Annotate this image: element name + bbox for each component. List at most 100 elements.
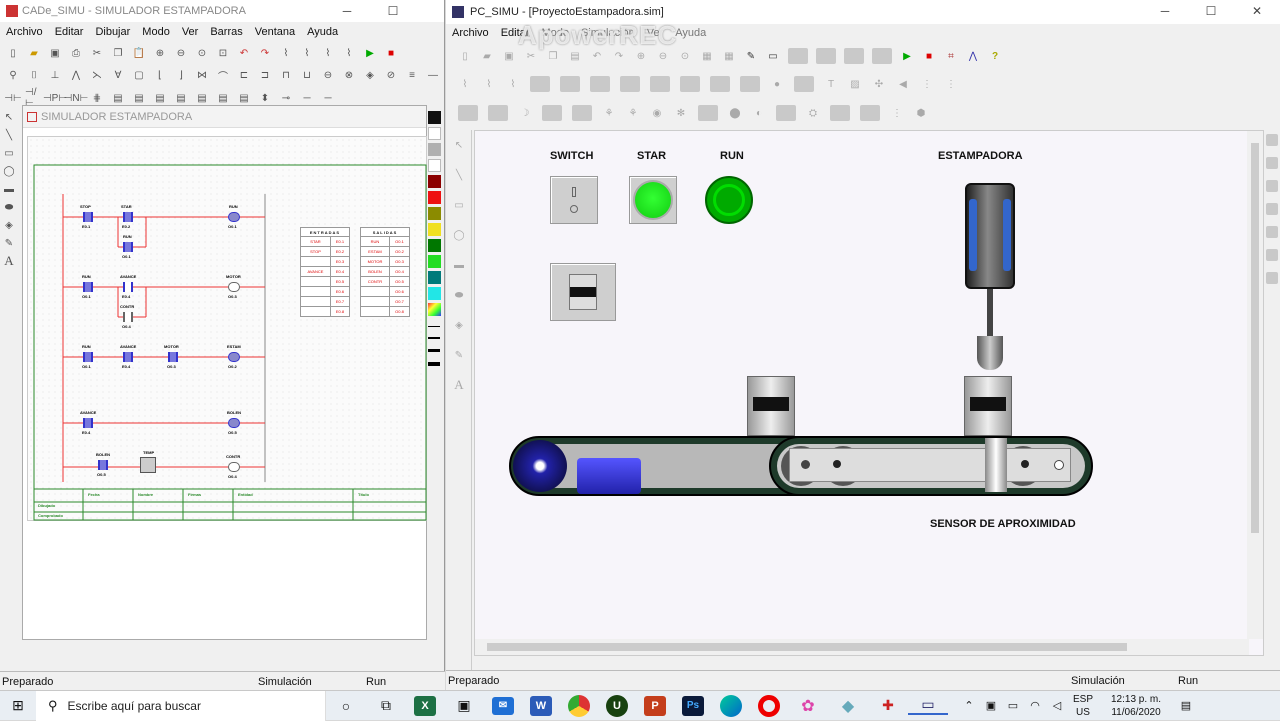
wifi-icon[interactable]: ◠ (1024, 699, 1046, 712)
symbol-3-icon[interactable]: ⊥ (46, 66, 64, 84)
r2-coil-motor[interactable] (228, 282, 240, 292)
symbol-17-icon[interactable]: ⊗ (340, 66, 358, 84)
pcsimu-menu-archivo[interactable]: Archivo (446, 27, 495, 39)
menu-dibujar[interactable]: Dibujar (89, 26, 136, 38)
pc-simu-task-icon[interactable]: ▭ (908, 696, 948, 715)
switch-toggle[interactable] (550, 176, 598, 224)
run-sim-icon[interactable]: ▶ (361, 44, 379, 62)
pc-text-icon[interactable]: T (822, 75, 840, 93)
line-width-1-icon[interactable] (428, 326, 440, 327)
r2-contact-avance[interactable] (123, 282, 133, 292)
symbol-15-icon[interactable]: ⊔ (298, 66, 316, 84)
mail-icon[interactable]: ✉ (492, 696, 514, 715)
pc-grid-icon[interactable]: ▦ (698, 47, 716, 65)
pc-machine-11-icon[interactable]: ⬤ (726, 104, 744, 122)
pc-machine-17-icon[interactable]: ⋮ (888, 104, 906, 122)
pc-mode-4-icon[interactable] (872, 48, 892, 64)
pc-chart-1-icon[interactable]: ⌗ (942, 47, 960, 65)
pc-mode-1-icon[interactable] (788, 48, 808, 64)
r3-contact-run[interactable] (83, 352, 93, 362)
volume-icon[interactable]: ◁ (1046, 699, 1068, 712)
pc-comp-13-icon[interactable]: ⋮ (918, 75, 936, 93)
pc-speaker-icon[interactable]: ◀ (894, 75, 912, 93)
star-button[interactable] (629, 176, 677, 224)
text-tool-icon[interactable]: A (0, 252, 18, 270)
right-strip-5-icon[interactable] (1266, 226, 1278, 238)
pc-stop-icon[interactable]: ■ (920, 47, 938, 65)
menu-archivo[interactable]: Archivo (0, 26, 49, 38)
zoom-out-icon[interactable]: ⊖ (172, 44, 190, 62)
pcsimu-minimize-icon[interactable]: ─ (1142, 0, 1188, 24)
pc-mode-3-icon[interactable] (844, 48, 864, 64)
undo-icon[interactable]: ↶ (235, 44, 253, 62)
pc-machine-12-icon[interactable]: ◐ (750, 104, 768, 122)
menu-editar[interactable]: Editar (49, 26, 90, 38)
tray-app-icon[interactable]: ▣ (980, 699, 1002, 712)
task-view-icon[interactable]: ⧉ (366, 697, 406, 714)
right-strip-2-icon[interactable] (1266, 157, 1278, 169)
photoshop-icon[interactable]: Ps (682, 695, 704, 716)
pc-comp-12-icon[interactable] (794, 76, 814, 92)
pc-machine-7-icon[interactable]: ⚘ (624, 104, 642, 122)
r3-contact-avance[interactable] (123, 352, 133, 362)
zoom-fit-icon[interactable]: ⊙ (193, 44, 211, 62)
taskbar-search-box[interactable]: ⚲ Escribe aquí para buscar (36, 690, 326, 721)
powerpoint-icon[interactable]: P (644, 695, 666, 716)
pc-machine-1-icon[interactable] (458, 105, 478, 121)
palette-green[interactable] (427, 255, 441, 268)
r4-contact-avance[interactable] (83, 418, 93, 428)
stop-sim-icon[interactable]: ■ (382, 44, 400, 62)
r3-contact-motor[interactable] (168, 352, 178, 362)
language-indicator[interactable]: ESP US (1068, 693, 1098, 719)
r1-contact-star[interactable] (123, 212, 133, 222)
tool-c-icon[interactable]: ⌇ (319, 44, 337, 62)
r1-contact-run[interactable] (123, 242, 133, 252)
palette-dark-red[interactable] (427, 175, 441, 188)
fill-ellipse-icon[interactable]: ⬬ (0, 198, 18, 216)
pc-machine-8-icon[interactable]: ◉ (648, 104, 666, 122)
cade-simu-task-icon[interactable]: ✚ (868, 697, 908, 714)
tool-b-icon[interactable]: ⌇ (298, 44, 316, 62)
pc-comp-9-icon[interactable] (680, 76, 700, 92)
palette-red[interactable] (427, 191, 441, 204)
pc-open-icon[interactable]: ▰ (478, 47, 496, 65)
pc-machine-13-icon[interactable] (776, 105, 796, 121)
app-blue-icon[interactable]: ◆ (828, 696, 868, 716)
r2-contact-contr[interactable] (123, 312, 133, 322)
zoom-in-icon[interactable]: ⊕ (151, 44, 169, 62)
symbol-1-icon[interactable]: ⚲ (4, 66, 22, 84)
pc-ellipse-tool-icon[interactable]: ◯ (450, 226, 468, 244)
symbol-21-icon[interactable]: — (424, 66, 442, 84)
palette-white-2[interactable] (427, 159, 441, 172)
store-icon[interactable]: ▣ (444, 697, 484, 714)
pc-fan-icon[interactable]: ✣ (870, 75, 888, 93)
cut-icon[interactable]: ✂ (88, 44, 106, 62)
symbol-14-icon[interactable]: ⊓ (277, 66, 295, 84)
pc-chart-2-icon[interactable]: ⋀ (964, 47, 982, 65)
pcsimu-maximize-icon[interactable]: ☐ (1188, 0, 1234, 24)
print-icon[interactable]: ⎙ (67, 44, 85, 62)
line-tool-icon[interactable]: ╲ (0, 126, 18, 144)
pc-comp-2-icon[interactable]: ⌇ (480, 75, 498, 93)
word-icon[interactable]: W (530, 695, 552, 716)
tool-d-icon[interactable]: ⌇ (340, 44, 358, 62)
palette-olive[interactable] (427, 207, 441, 220)
notifications-icon[interactable]: ▤ (1174, 699, 1198, 712)
cortana-icon[interactable]: ○ (326, 698, 366, 714)
right-strip-7-icon[interactable] (1266, 272, 1278, 284)
line-width-2-icon[interactable] (428, 337, 440, 339)
windows-start-icon[interactable]: ⊞ (0, 697, 36, 714)
pc-pointer-icon[interactable]: ↖ (450, 136, 468, 154)
symbol-10-icon[interactable]: ⋈ (193, 66, 211, 84)
pc-fillrect-tool-icon[interactable]: ▬ (450, 256, 468, 274)
clock[interactable]: 12:13 p. m. 11/06/2020 (1098, 693, 1174, 719)
r5-contact-bolen[interactable] (98, 460, 108, 470)
line-width-4-icon[interactable] (428, 362, 440, 366)
pc-image-icon[interactable]: ▨ (846, 75, 864, 93)
copy-icon[interactable]: ❐ (109, 44, 127, 62)
pc-new-icon[interactable]: ▯ (456, 47, 474, 65)
pc-mode-2-icon[interactable] (816, 48, 836, 64)
r5-timer-block[interactable] (140, 457, 156, 473)
symbol-4-icon[interactable]: ⋀ (67, 66, 85, 84)
pc-line-tool-icon[interactable]: ╲ (450, 166, 468, 184)
